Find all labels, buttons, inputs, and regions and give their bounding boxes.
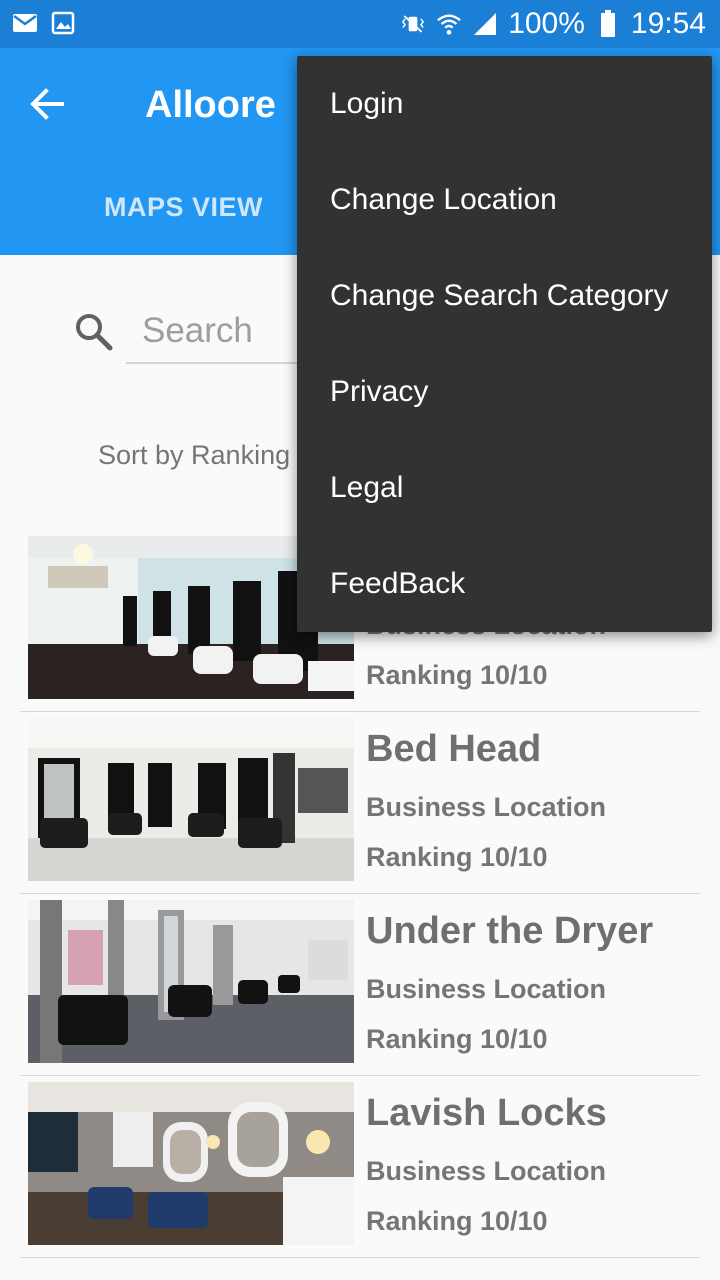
salon-photo: [28, 718, 354, 881]
business-location: Business Location: [366, 974, 607, 1004]
menu-item-legal[interactable]: Legal: [297, 440, 712, 536]
menu-item-privacy[interactable]: Privacy: [297, 344, 712, 440]
salon-photo: [28, 1082, 354, 1245]
clock: 19:54: [630, 7, 706, 40]
business-location: Business Location: [366, 1156, 607, 1186]
salon-photo: [28, 900, 354, 1063]
list-item[interactable]: Bed Head Business Location Ranking 10/10: [20, 712, 700, 894]
ranking: Ranking 10/10: [366, 1206, 548, 1236]
overflow-menu: Login Change Location Change Search Cate…: [297, 56, 712, 632]
back-button[interactable]: [26, 82, 70, 126]
ranking: Ranking 10/10: [366, 1024, 548, 1054]
arrow-back-icon: [30, 88, 64, 120]
business-location: Business Location: [366, 792, 607, 822]
battery-percent: 100%: [508, 7, 585, 40]
image-icon: [50, 10, 76, 36]
salon-name: Under the Dryer: [366, 910, 654, 952]
list-item[interactable]: Lavish Locks Business Location Ranking 1…: [20, 1076, 700, 1258]
vibrate-icon: [400, 11, 426, 37]
status-bar: 100% 19:54: [0, 0, 720, 48]
sort-by-ranking[interactable]: Sort by Ranking: [98, 440, 290, 471]
ranking: Ranking 10/10: [366, 660, 548, 690]
list-item[interactable]: Under the Dryer Business Location Rankin…: [20, 894, 700, 1076]
menu-item-change-location[interactable]: Change Location: [297, 152, 712, 248]
salon-name: Bed Head: [366, 728, 542, 770]
salon-list: Business Location Ranking 10/10: [20, 530, 700, 1258]
search-icon: [72, 310, 116, 354]
search-input[interactable]: [126, 300, 316, 364]
menu-item-feedback[interactable]: FeedBack: [297, 536, 712, 632]
tab-maps-view[interactable]: MAPS VIEW: [104, 192, 263, 223]
ranking: Ranking 10/10: [366, 842, 548, 872]
email-icon: [12, 10, 38, 36]
signal-icon: [472, 11, 498, 37]
wifi-icon: [436, 11, 462, 37]
battery-icon: [595, 10, 621, 37]
app-title: Alloore: [145, 84, 276, 126]
menu-item-login[interactable]: Login: [297, 56, 712, 152]
menu-item-change-search-category[interactable]: Change Search Category: [297, 248, 712, 344]
salon-name: Lavish Locks: [366, 1092, 607, 1134]
